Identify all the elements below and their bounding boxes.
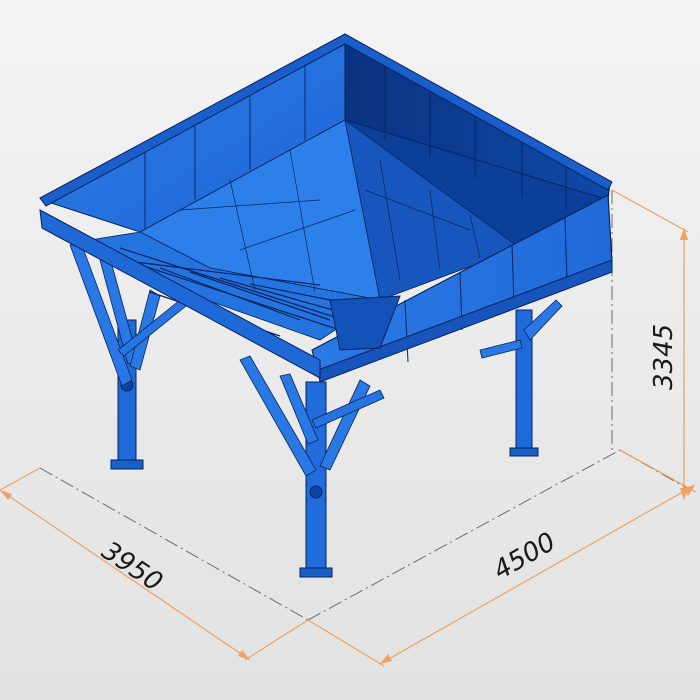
width-dimension-label: 3950: [96, 536, 168, 598]
back-right-leg: [479, 299, 563, 457]
front-leg: [239, 355, 385, 578]
length-dimension-label: 4500: [489, 527, 561, 586]
height-dimension-label: 3345: [649, 324, 679, 390]
hopper-drawing: 3950 4500 3345: [0, 33, 697, 667]
length-dimension-line: [379, 484, 696, 665]
